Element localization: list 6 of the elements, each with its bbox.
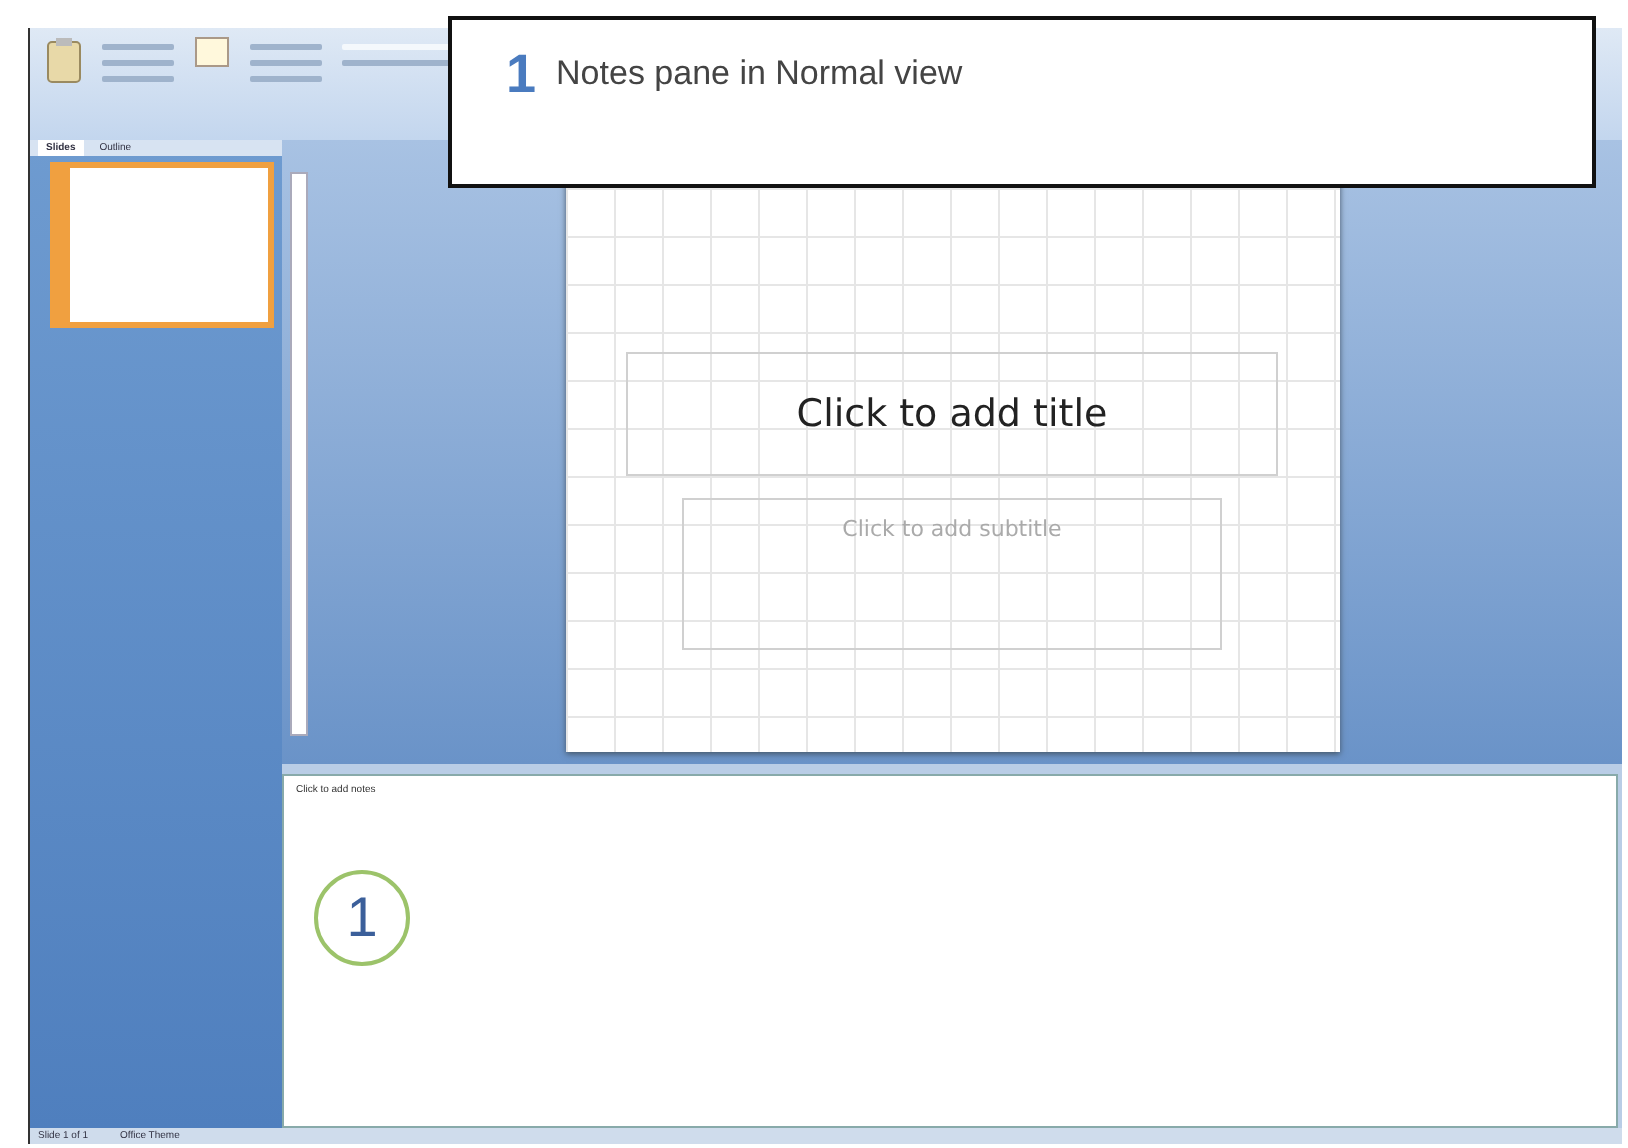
paste-icon[interactable] [46, 36, 82, 84]
number-marker: 1 [314, 870, 410, 966]
title-placeholder[interactable]: Click to add title [626, 352, 1278, 476]
slide-thumbnail[interactable] [50, 162, 274, 328]
callout-number: 1 [506, 44, 537, 104]
callout-text: Notes pane in Normal view [556, 52, 963, 96]
